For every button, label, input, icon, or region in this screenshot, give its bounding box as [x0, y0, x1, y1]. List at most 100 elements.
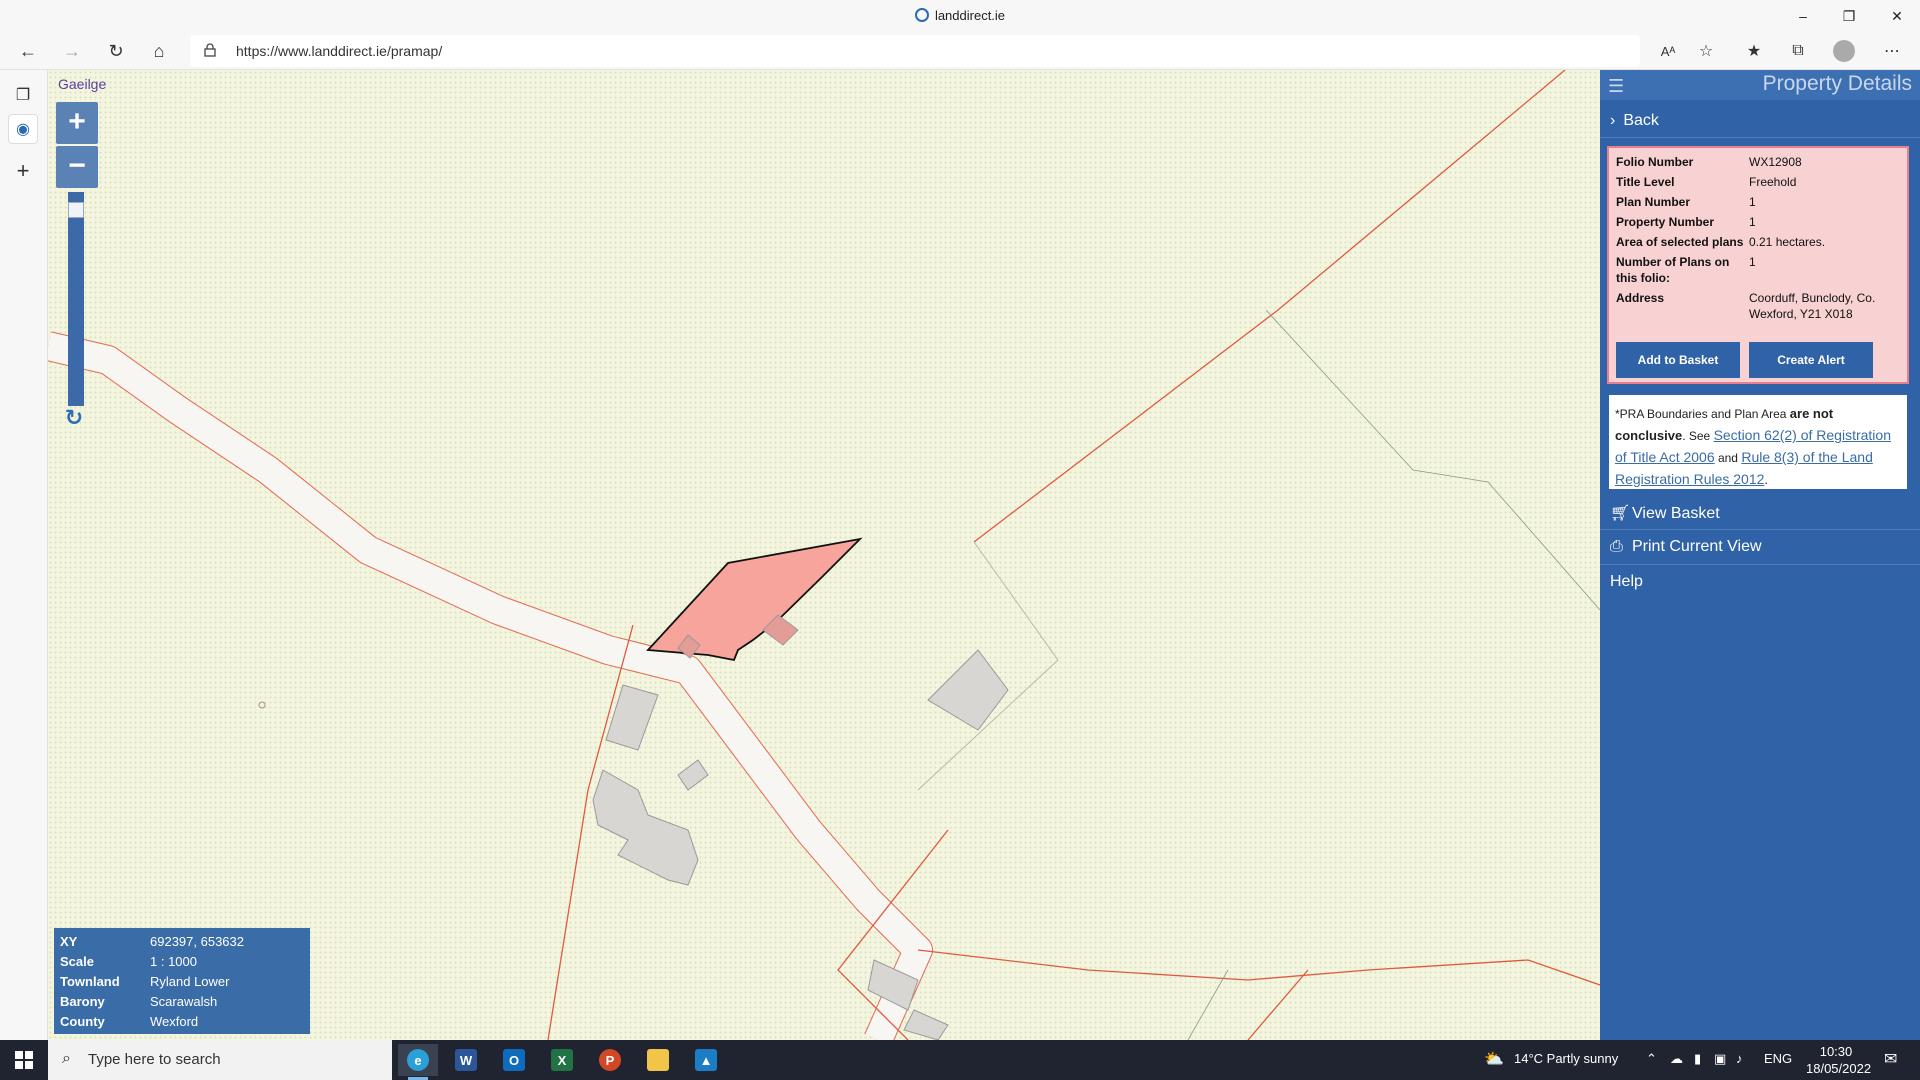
building [677, 759, 709, 791]
cloud-icon[interactable]: ☁ [1670, 1051, 1683, 1067]
clock[interactable]: 10:30 18/05/2022 [1806, 1044, 1872, 1076]
outlook-app[interactable]: O [494, 1044, 534, 1076]
clock-date: 18/05/2022 [1806, 1061, 1872, 1076]
search-placeholder[interactable]: Type here to search [88, 1051, 221, 1068]
battery-icon[interactable]: ▮ [1694, 1051, 1701, 1067]
weather-text[interactable]: 14°C Partly sunny [1514, 1051, 1618, 1066]
start-button[interactable] [0, 1040, 48, 1080]
detail-label: Address [1616, 291, 1665, 305]
taskbar-search[interactable]: ⌕ Type here to search [48, 1040, 392, 1080]
chevron-up-icon[interactable]: ⌃ [1646, 1051, 1657, 1067]
forward-arrow-icon[interactable]: → [56, 36, 88, 66]
restore-button[interactable]: ❐ [1826, 0, 1872, 32]
powerpoint-app[interactable]: P [590, 1044, 630, 1076]
site-favicon-icon [914, 8, 929, 22]
scale-label: Scale [60, 954, 94, 969]
help-label[interactable]: Help [1610, 573, 1643, 590]
file-explorer-app[interactable] [638, 1044, 678, 1076]
print-view-item[interactable]: ⎙ Print Current View [1600, 531, 1920, 565]
location-info-box: XY 692397, 653632 Scale 1 : 1000 Townland R… [54, 928, 310, 1034]
photos-app[interactable]: ▲ [686, 1044, 726, 1076]
hamburger-menu-icon[interactable]: ☰ [1608, 76, 1624, 97]
add-favorite-icon[interactable]: ☆ [1690, 36, 1722, 66]
disclaimer-and: and [1714, 451, 1742, 465]
building [592, 769, 699, 886]
read-aloud-icon[interactable]: Aᴬ [1652, 36, 1684, 66]
notifications-icon[interactable]: ✉ [1884, 1049, 1897, 1069]
detail-value: 1 [1749, 215, 1756, 229]
zoom-slider[interactable] [68, 192, 84, 406]
field-boundary-grey [1265, 309, 1600, 611]
windows-taskbar: ⌕ Type here to search e W O X P ▲ ⛅ 14°C… [0, 1040, 1920, 1080]
weather-icon: ⛅ [1484, 1051, 1504, 1068]
excel-icon: X [551, 1049, 573, 1071]
detail-label: Number of Plans on this folio: [1616, 255, 1730, 285]
disclaimer-box: *PRA Boundaries and Plan Area are not co… [1607, 393, 1909, 491]
network-icon[interactable]: ▣ [1714, 1051, 1726, 1067]
outlook-icon: O [503, 1049, 525, 1071]
xy-label: XY [60, 934, 78, 949]
detail-row: Plan Number 1 [1616, 194, 1900, 210]
favorites-icon[interactable]: ★ [1738, 36, 1770, 66]
search-icon: ⌕ [62, 1050, 71, 1067]
browser-nav-bar: ← → ↻ ⌂ https://www.landdirect.ie/pramap… [0, 32, 1920, 70]
create-alert-button[interactable]: Create Alert [1749, 342, 1873, 378]
gaeilge-link[interactable]: Gaeilge [58, 76, 106, 92]
language-indicator[interactable]: ENG [1764, 1051, 1792, 1066]
detail-label: Plan Number [1616, 195, 1691, 209]
property-details-card: Folio Number WX12908 Title Level Freehold Pl… [1607, 146, 1909, 384]
detail-label: Property Number [1616, 215, 1715, 229]
county-label: County [60, 1014, 105, 1029]
selected-parcel[interactable] [646, 537, 863, 662]
edge-app[interactable]: e [398, 1044, 438, 1080]
view-basket-label[interactable]: View Basket [1632, 505, 1720, 522]
detail-row: Address Coorduff, Bunclody, Co. Wexford, … [1616, 290, 1900, 322]
map-canvas[interactable] [48, 70, 1600, 1040]
powerpoint-icon: P [599, 1049, 621, 1071]
back-arrow-icon[interactable]: ← [12, 36, 44, 66]
print-view-label[interactable]: Print Current View [1632, 538, 1762, 555]
refresh-icon[interactable]: ↻ [62, 406, 86, 430]
scale-value: 1 : 1000 [150, 954, 197, 969]
back-label[interactable]: Back [1623, 112, 1659, 129]
back-link[interactable]: › Back [1600, 104, 1920, 138]
minimize-button[interactable]: – [1780, 0, 1826, 32]
excel-app[interactable]: X [542, 1044, 582, 1076]
collections-icon[interactable]: ⧉ [1782, 36, 1814, 66]
volume-icon[interactable]: ♪ [1736, 1051, 1743, 1066]
detail-label: Area of selected plans [1616, 235, 1744, 249]
disclaimer-see: . See [1682, 429, 1714, 443]
zoom-slider-thumb[interactable] [68, 202, 84, 218]
boundary-east [917, 949, 1600, 986]
detail-row: Area of selected plans 0.21 hectares. [1616, 234, 1900, 250]
detail-value: Freehold [1749, 175, 1797, 189]
townland-value: Ryland Lower [150, 974, 230, 989]
view-basket-item[interactable]: 🛒︎ View Basket [1600, 496, 1920, 530]
active-tab-icon[interactable]: ◉ [8, 114, 38, 144]
url-text[interactable]: https://www.landdirect.ie/pramap/ [236, 43, 442, 59]
zoom-out-button[interactable]: − [56, 146, 98, 188]
photos-icon: ▲ [695, 1049, 717, 1071]
word-app[interactable]: W [446, 1044, 486, 1076]
add-to-basket-button[interactable]: Add to Basket [1616, 342, 1740, 378]
clock-time: 10:30 [1819, 1044, 1853, 1059]
browser-title-bar: landdirect.ie – ❐ ✕ [0, 0, 1920, 32]
help-item[interactable]: Help [1600, 566, 1920, 600]
map-view[interactable]: Gaeilge + − ↻ XY 692397, 653632 Scale 1 : … [48, 70, 1600, 1040]
close-window-button[interactable]: ✕ [1874, 0, 1920, 32]
new-tab-icon[interactable]: + [8, 156, 38, 186]
detail-value: 1 [1749, 255, 1756, 269]
cart-icon: 🛒︎ [1610, 505, 1631, 522]
address-bar[interactable]: https://www.landdirect.ie/pramap/ [190, 35, 1640, 67]
detail-value: 0.21 hectares. [1749, 235, 1826, 249]
reload-icon[interactable]: ↻ [100, 36, 132, 66]
more-menu-icon[interactable]: ⋯ [1876, 36, 1908, 66]
xy-value: 692397, 653632 [150, 934, 244, 949]
home-icon[interactable]: ⌂ [143, 36, 175, 66]
county-value: Wexford [150, 1014, 199, 1029]
detail-row: Number of Plans on this folio: 1 [1616, 254, 1900, 286]
tab-actions-icon[interactable]: ❐ [8, 80, 38, 110]
zoom-in-button[interactable]: + [56, 102, 98, 144]
profile-avatar-icon[interactable] [1828, 36, 1860, 66]
detail-value: 1 [1749, 195, 1756, 209]
